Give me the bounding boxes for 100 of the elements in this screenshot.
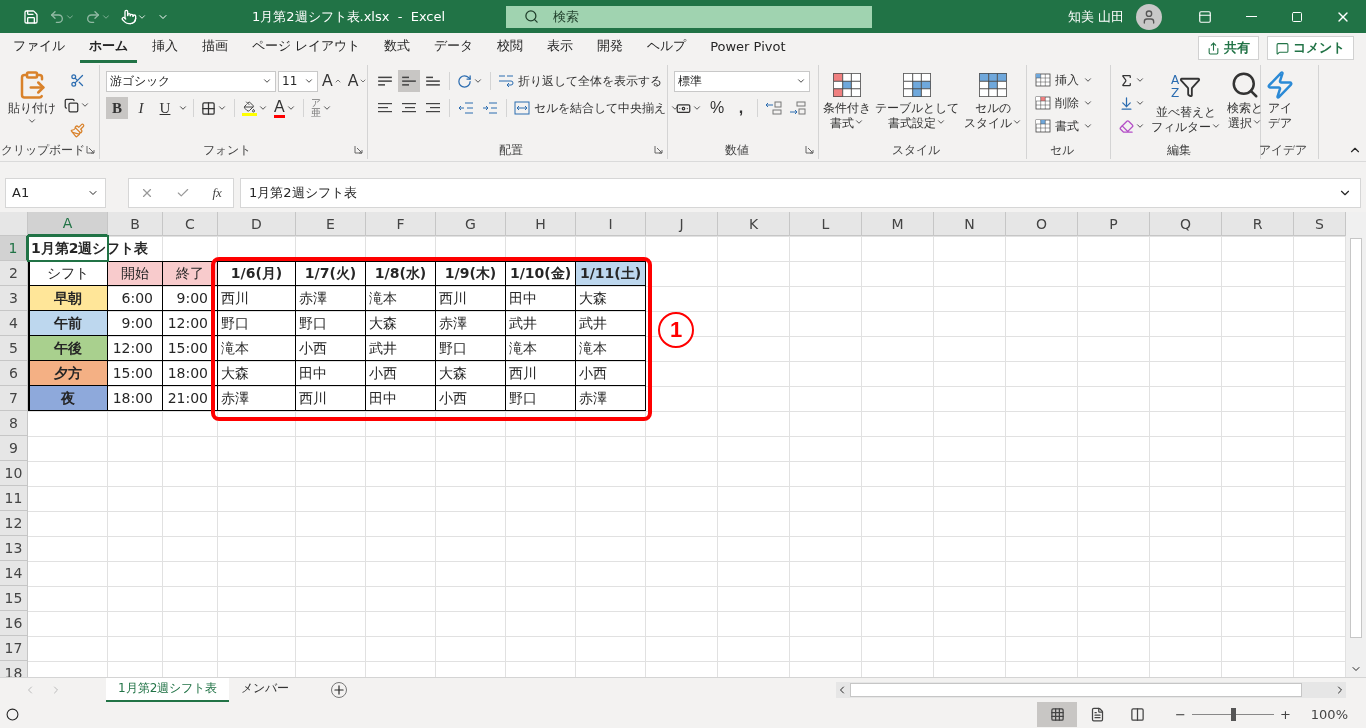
row-header[interactable]: 6 — [0, 361, 28, 386]
search-field[interactable]: 検索 — [506, 5, 872, 28]
ideas-button[interactable]: アイ デア — [1263, 69, 1297, 141]
spreadsheet-cell[interactable]: 小西 — [366, 361, 436, 386]
spreadsheet-cell[interactable]: 21:00 — [163, 386, 218, 411]
normal-view-button[interactable] — [1037, 702, 1077, 727]
column-header[interactable]: N — [934, 212, 1006, 236]
spreadsheet-cell[interactable]: 西川 — [218, 286, 296, 311]
percent-button[interactable]: % — [706, 97, 728, 119]
format-cells-button[interactable]: 書式 — [1033, 115, 1095, 137]
spreadsheet-cell[interactable]: 滝本 — [218, 336, 296, 361]
share-button[interactable]: 共有 — [1198, 36, 1259, 60]
dialog-launcher-icon[interactable] — [354, 145, 363, 154]
spreadsheet-cell[interactable]: 15:00 — [108, 361, 163, 386]
menu-tab[interactable]: 開発 — [588, 33, 633, 63]
table-style-button[interactable]: テーブルとして 書式設定 — [873, 69, 962, 141]
row-header[interactable]: 12 — [0, 511, 28, 536]
menu-tab[interactable]: データ — [425, 33, 483, 63]
dialog-launcher-icon[interactable] — [86, 145, 95, 154]
row-header[interactable]: 2 — [0, 261, 28, 286]
grow-font-button[interactable]: A — [320, 70, 344, 92]
spreadsheet-cell[interactable]: 12:00 — [108, 336, 163, 361]
sort-filter-button[interactable]: A Z 並べ替えと フィルター — [1149, 69, 1223, 141]
column-header[interactable]: B — [108, 212, 163, 236]
spreadsheet-cell[interactable]: 西川 — [506, 361, 576, 386]
spreadsheet-cell[interactable]: 野口 — [296, 311, 366, 336]
underline-button[interactable]: U — [154, 97, 176, 119]
find-select-button[interactable]: 検索と 選択 — [1225, 69, 1265, 141]
row-header[interactable]: 17 — [0, 636, 28, 661]
sheet-tab[interactable]: 1月第2週シフト表 — [106, 677, 230, 702]
spreadsheet-cell[interactable]: 滝本 — [366, 286, 436, 311]
spreadsheet-cell[interactable]: 赤澤 — [436, 311, 506, 336]
menu-tab[interactable]: ヘルプ — [638, 33, 696, 63]
spreadsheet-cell[interactable]: 早朝 — [28, 286, 108, 311]
menu-tab[interactable]: Power Pivot — [701, 34, 795, 62]
spreadsheet-cell[interactable]: 赤澤 — [576, 386, 646, 411]
slider-thumb[interactable] — [1230, 708, 1236, 721]
spreadsheet-cell[interactable]: 田中 — [296, 361, 366, 386]
macro-record-icon[interactable] — [6, 708, 19, 721]
spreadsheet-cell[interactable]: 夜 — [28, 386, 108, 411]
bold-button[interactable]: B — [106, 97, 128, 119]
shrink-font-button[interactable]: A — [345, 70, 370, 92]
comment-button[interactable]: コメント — [1267, 36, 1354, 60]
spreadsheet-cell[interactable]: 9:00 — [108, 311, 163, 336]
conditional-style-button[interactable]: 条件付き 書式 — [821, 69, 874, 141]
formula-field[interactable]: 1月第2週シフト表 — [240, 177, 1361, 208]
spreadsheet-cell[interactable]: 小西 — [576, 361, 646, 386]
column-header[interactable]: G — [436, 212, 506, 236]
column-header[interactable]: K — [718, 212, 790, 236]
menu-tab[interactable]: 描画 — [193, 33, 237, 63]
spreadsheet-cell[interactable]: 1/7(火) — [296, 261, 366, 286]
delete-cells-button[interactable]: 削除 — [1033, 92, 1095, 114]
column-header[interactable]: A — [28, 212, 108, 236]
row-header[interactable]: 5 — [0, 336, 28, 361]
column-header[interactable]: D — [218, 212, 296, 236]
spreadsheet-cell[interactable]: 夕方 — [28, 361, 108, 386]
spreadsheet-cell[interactable]: 9:00 — [163, 286, 218, 311]
dialog-launcher-icon[interactable] — [654, 145, 663, 154]
column-header[interactable]: J — [646, 212, 718, 236]
spreadsheet-cell[interactable]: 野口 — [436, 336, 506, 361]
cell-style-button[interactable]: セルの スタイル — [961, 69, 1024, 141]
spreadsheet-cell[interactable]: 開始 — [108, 261, 163, 286]
column-header[interactable]: Q — [1150, 212, 1222, 236]
row-header[interactable]: 7 — [0, 386, 28, 411]
spreadsheet-cell[interactable]: 15:00 — [163, 336, 218, 361]
name-box[interactable]: A1 — [5, 177, 106, 208]
column-header[interactable]: M — [862, 212, 934, 236]
zoom-in-button[interactable]: + — [1273, 707, 1297, 722]
column-header[interactable]: H — [506, 212, 576, 236]
spreadsheet-cell[interactable]: 大森 — [576, 286, 646, 311]
spreadsheet-cell[interactable]: 西川 — [436, 286, 506, 311]
row-header[interactable]: 8 — [0, 411, 28, 436]
dialog-launcher-icon[interactable] — [805, 145, 814, 154]
column-header[interactable]: E — [296, 212, 366, 236]
column-header[interactable]: L — [790, 212, 862, 236]
font-name-select[interactable]: 游ゴシック — [106, 70, 276, 92]
number-format-select[interactable]: 標準 — [674, 70, 810, 92]
spreadsheet-cell[interactable]: 12:00 — [163, 311, 218, 336]
spreadsheet-cell[interactable]: 小西 — [296, 336, 366, 361]
horizontal-scrollbar[interactable] — [836, 682, 1346, 698]
row-header[interactable]: 11 — [0, 486, 28, 511]
column-header[interactable]: S — [1294, 212, 1346, 236]
column-header[interactable]: R — [1222, 212, 1294, 236]
insert-cells-button[interactable]: 挿入 — [1033, 69, 1095, 91]
spreadsheet-cell[interactable]: 野口 — [218, 311, 296, 336]
spreadsheet-cell[interactable]: 1/6(月) — [218, 261, 296, 286]
spreadsheet-cell[interactable]: 終了 — [163, 261, 218, 286]
spreadsheet-cell[interactable]: 田中 — [366, 386, 436, 411]
menu-tab[interactable]: ファイル — [4, 33, 74, 63]
spreadsheet-cell[interactable]: 1/9(木) — [436, 261, 506, 286]
spreadsheet-cell[interactable]: 西川 — [296, 386, 366, 411]
spreadsheet-cell[interactable]: 午前 — [28, 311, 108, 336]
spreadsheet-cell[interactable]: 滝本 — [576, 336, 646, 361]
zoom-level[interactable]: 100% — [1304, 707, 1354, 722]
row-header[interactable]: 4 — [0, 311, 28, 336]
spreadsheet-cell[interactable]: 18:00 — [163, 361, 218, 386]
row-header[interactable]: 3 — [0, 286, 28, 311]
row-header[interactable]: 13 — [0, 536, 28, 561]
row-header[interactable]: 15 — [0, 586, 28, 611]
zoom-out-button[interactable]: − — [1169, 707, 1192, 722]
